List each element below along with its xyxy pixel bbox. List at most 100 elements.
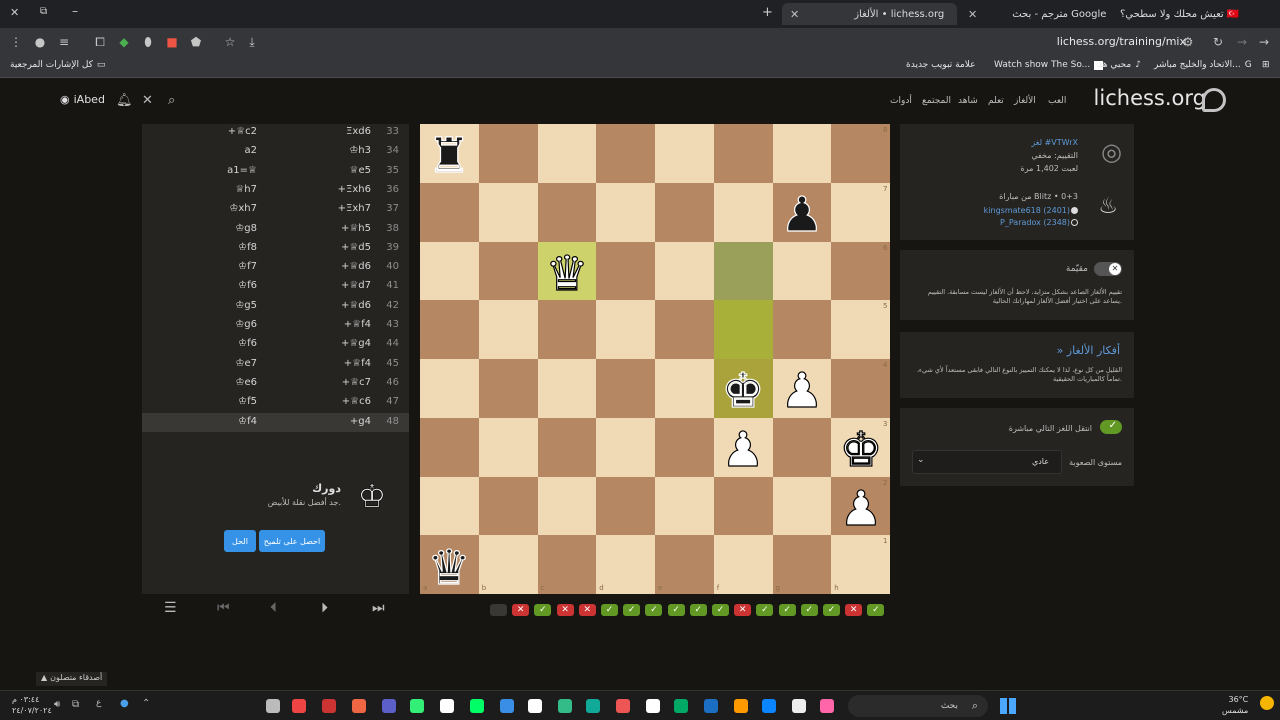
history-good-icon[interactable]: ✓ <box>689 604 707 616</box>
bookmark-all[interactable]: كل الإشارات المرجعية ▭ <box>10 60 105 70</box>
history-bad-icon[interactable]: ✕ <box>512 604 530 616</box>
store-app-icon[interactable] <box>704 699 718 713</box>
white-move[interactable]: +g4 <box>327 416 371 427</box>
square-a2[interactable] <box>420 476 479 536</box>
puzzle-id-link[interactable]: لغز #VTWrX <box>1031 138 1078 147</box>
square-c5[interactable] <box>537 300 597 359</box>
notification-bell-icon[interactable]: 🔔︎ <box>116 93 133 108</box>
app-app-icon[interactable] <box>674 699 688 713</box>
square-d3[interactable] <box>596 417 655 477</box>
black-move[interactable]: a1=♕ <box>227 165 257 176</box>
profile-icon[interactable]: ● <box>32 34 48 50</box>
square-c7[interactable] <box>537 182 597 242</box>
tab-lichess[interactable]: ✕ الألغاز • lichess.org <box>782 3 957 25</box>
square-h7[interactable] <box>831 182 890 242</box>
clock[interactable]: ٠٣:٤٤ م ٢٤/٠٧/٢٠٢٤ <box>12 694 52 716</box>
square-c8[interactable] <box>537 124 597 183</box>
lichess-logo-icon[interactable] <box>1202 88 1226 112</box>
menu-icon[interactable]: ☰ <box>164 600 177 616</box>
mic-icon[interactable]: ● <box>120 698 129 709</box>
square-g2[interactable] <box>772 476 832 536</box>
nav-tools[interactable]: أدوات <box>890 96 912 106</box>
close-tab-icon[interactable]: ✕ <box>790 8 799 21</box>
history-bad-icon[interactable]: ✕ <box>734 604 752 616</box>
black-move[interactable]: ♔e7 <box>227 358 257 369</box>
square-g5[interactable] <box>772 300 832 359</box>
square-d6[interactable] <box>596 241 655 301</box>
white-move[interactable]: +♕d6 <box>327 261 371 272</box>
nav-puzzles[interactable]: الألغاز <box>1014 96 1036 106</box>
square-b7[interactable] <box>478 182 538 242</box>
white-move[interactable]: ♕e5 <box>327 165 371 176</box>
history-good-icon[interactable]: ✓ <box>867 604 885 616</box>
white-move[interactable]: Ξxd6 <box>327 126 371 137</box>
user-menu[interactable]: ◉ iAbed <box>60 93 105 106</box>
square-d1[interactable] <box>596 535 655 594</box>
square-b4[interactable] <box>478 359 538 418</box>
black-rook-icon[interactable]: ♜ <box>420 124 479 183</box>
difficulty-select[interactable]: ⌄ عادي <box>912 450 1062 474</box>
square-h1[interactable] <box>831 535 890 594</box>
history-good-icon[interactable]: ✓ <box>534 604 552 616</box>
extension-icon[interactable]: ≡ <box>56 34 72 50</box>
history-good-icon[interactable]: ✓ <box>623 604 641 616</box>
bookmark-watch[interactable]: Watch show The So... <box>994 60 1104 70</box>
site-logo[interactable]: lichess.org <box>1094 86 1206 110</box>
white-move[interactable]: +Ξxh7 <box>327 203 371 214</box>
bookmark-tiktok[interactable]: محبي هد ♪ <box>1098 60 1141 70</box>
app-app-icon[interactable] <box>528 699 542 713</box>
star-icon[interactable]: ☆ <box>222 34 238 50</box>
square-h4[interactable] <box>831 359 890 418</box>
pin-icon[interactable]: ⬮ <box>140 34 156 50</box>
history-bad-icon[interactable]: ✕ <box>845 604 863 616</box>
close-window-icon[interactable]: ✕ <box>10 6 19 19</box>
language-indicator-icon[interactable]: ع <box>96 698 101 708</box>
square-a4[interactable] <box>420 359 479 418</box>
square-e7[interactable] <box>655 182 714 242</box>
white-move[interactable]: +♕h5 <box>327 223 371 234</box>
black-player-link[interactable]: P_Paradox (2348) <box>1000 218 1070 227</box>
black-pawn-icon[interactable]: ♟ <box>773 183 832 242</box>
view-solution-button[interactable]: الحل <box>224 530 256 552</box>
white-move[interactable]: +♕d7 <box>327 280 371 291</box>
white-move[interactable]: +♕f4 <box>327 319 371 330</box>
menu-dots-icon[interactable]: ⋮ <box>8 34 24 50</box>
move-row[interactable]: 48 +g4 ♔f4 <box>142 412 409 432</box>
kick-app-icon[interactable] <box>470 699 484 713</box>
square-e8[interactable] <box>655 124 714 183</box>
tab-video[interactable]: تعيش محلك ولا سطحي؟ 🇹🇷 <box>1120 3 1260 25</box>
nav-play[interactable]: العب <box>1048 96 1066 106</box>
history-good-icon[interactable]: ✓ <box>756 604 774 616</box>
white-move[interactable]: +♕g4 <box>327 338 371 349</box>
weather[interactable]: 36°C مشمس <box>1222 694 1248 716</box>
shield-icon[interactable]: ◆ <box>116 34 132 50</box>
square-d8[interactable] <box>596 124 655 183</box>
square-d5[interactable] <box>596 300 655 359</box>
app-app-icon[interactable] <box>586 699 600 713</box>
black-move[interactable]: ♔f5 <box>227 396 257 407</box>
square-f5[interactable] <box>713 300 773 359</box>
black-move[interactable]: ♔g8 <box>227 223 257 234</box>
move-row[interactable]: 35 ♕e5 a1=♕ <box>142 162 409 181</box>
app-app-icon[interactable] <box>410 699 424 713</box>
black-move[interactable]: ♔f4 <box>227 416 257 427</box>
move-row[interactable]: 38 +♕h5 ♔g8 <box>142 220 409 239</box>
move-row[interactable]: 46 +♕c7 ♔e6 <box>142 374 409 393</box>
square-e1[interactable] <box>655 535 714 594</box>
square-e3[interactable] <box>655 417 714 477</box>
square-e4[interactable] <box>655 359 714 418</box>
chrome-app-icon[interactable] <box>500 699 514 713</box>
settings-app-icon[interactable] <box>646 699 660 713</box>
square-a3[interactable] <box>420 417 479 477</box>
chess-board[interactable]: 8 7 6 5 4 3 2 1 a b c d e f g h ♜ ♟ ♛ ♚ ♟ ♟ ♚ ♟ ♛ <box>420 124 890 594</box>
white-king-icon[interactable]: ♚ <box>831 418 890 477</box>
reload-icon[interactable]: ↻ <box>1210 34 1226 50</box>
history-good-icon[interactable]: ✓ <box>778 604 796 616</box>
white-move[interactable]: +♕c7 <box>327 377 371 388</box>
app-app-icon[interactable] <box>322 699 336 713</box>
square-a6[interactable] <box>420 241 479 301</box>
first-move-icon[interactable]: ⏮ <box>217 600 230 616</box>
square-e5[interactable] <box>655 300 714 359</box>
move-row[interactable]: 36 +Ξxh6 ♕h7 <box>142 181 409 200</box>
restore-window-icon[interactable]: ⧉ <box>40 6 47 17</box>
